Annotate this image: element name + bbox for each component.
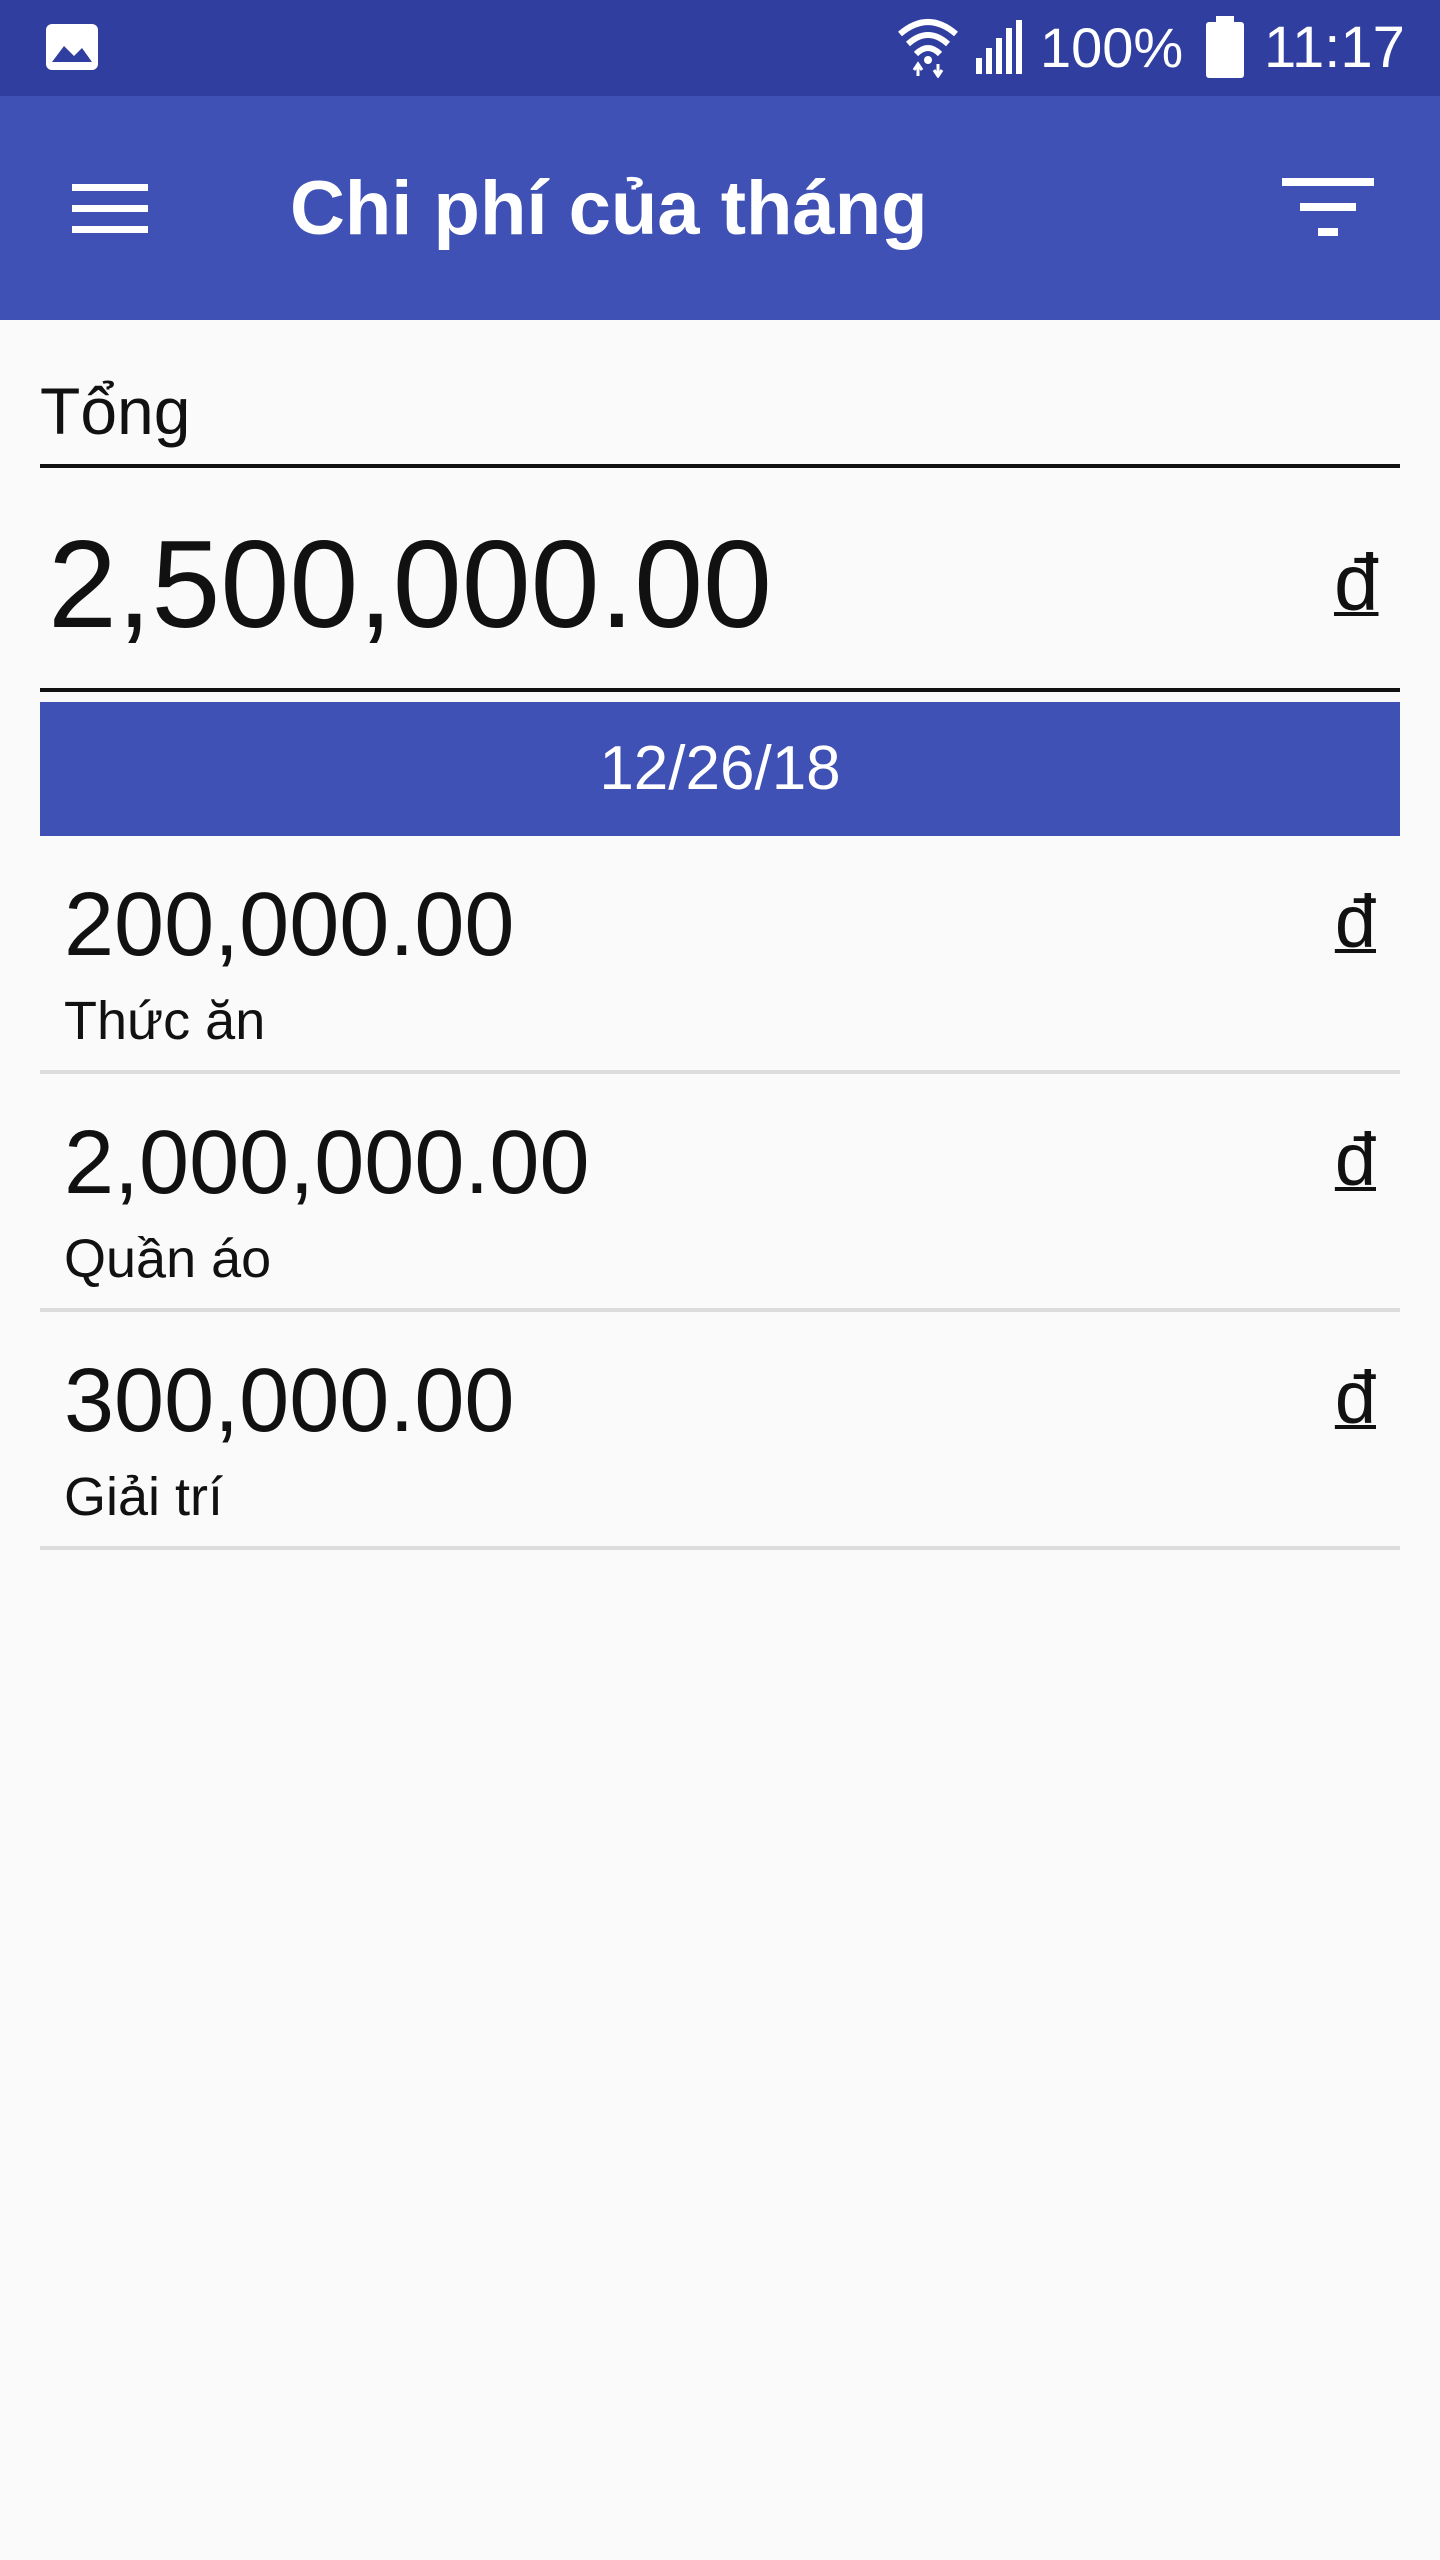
expense-amount: 200,000.00 [64,875,515,975]
signal-icon [976,20,1022,74]
wifi-icon [898,19,958,78]
clock: 11:17 [1264,15,1405,80]
expense-category: Thức ăn [64,991,266,1051]
filter-icon[interactable] [1280,174,1376,240]
total-currency-symbol: đ [1334,538,1379,627]
battery-icon [1206,16,1244,78]
expense-amount: 2,000,000.00 [64,1113,590,1213]
expense-row-food[interactable]: 200,000.00 Thức ăn đ [40,836,1400,1074]
expense-category: Giải trí [64,1467,224,1527]
menu-icon[interactable] [70,176,150,240]
app-bar: Chi phí của tháng [0,96,1440,320]
battery-percentage: 100% [1040,16,1184,79]
expense-row-entertainment[interactable]: 300,000.00 Giải trí đ [40,1312,1400,1550]
divider [40,464,1400,468]
expense-row-clothes[interactable]: 2,000,000.00 Quần áo đ [40,1074,1400,1312]
total-label: Tổng [40,374,191,448]
status-bar: 100% 11:17 [0,0,1440,96]
total-amount: 2,500,000.00 [48,516,773,654]
currency-symbol: đ [1334,1118,1376,1201]
currency-symbol: đ [1334,1356,1376,1439]
currency-symbol: đ [1334,880,1376,963]
page-title: Chi phí của tháng [290,166,928,251]
date-header: 12/26/18 [40,702,1400,836]
divider [40,688,1400,692]
expense-amount: 300,000.00 [64,1351,515,1451]
expense-category: Quần áo [64,1229,272,1289]
gallery-icon [46,24,98,70]
